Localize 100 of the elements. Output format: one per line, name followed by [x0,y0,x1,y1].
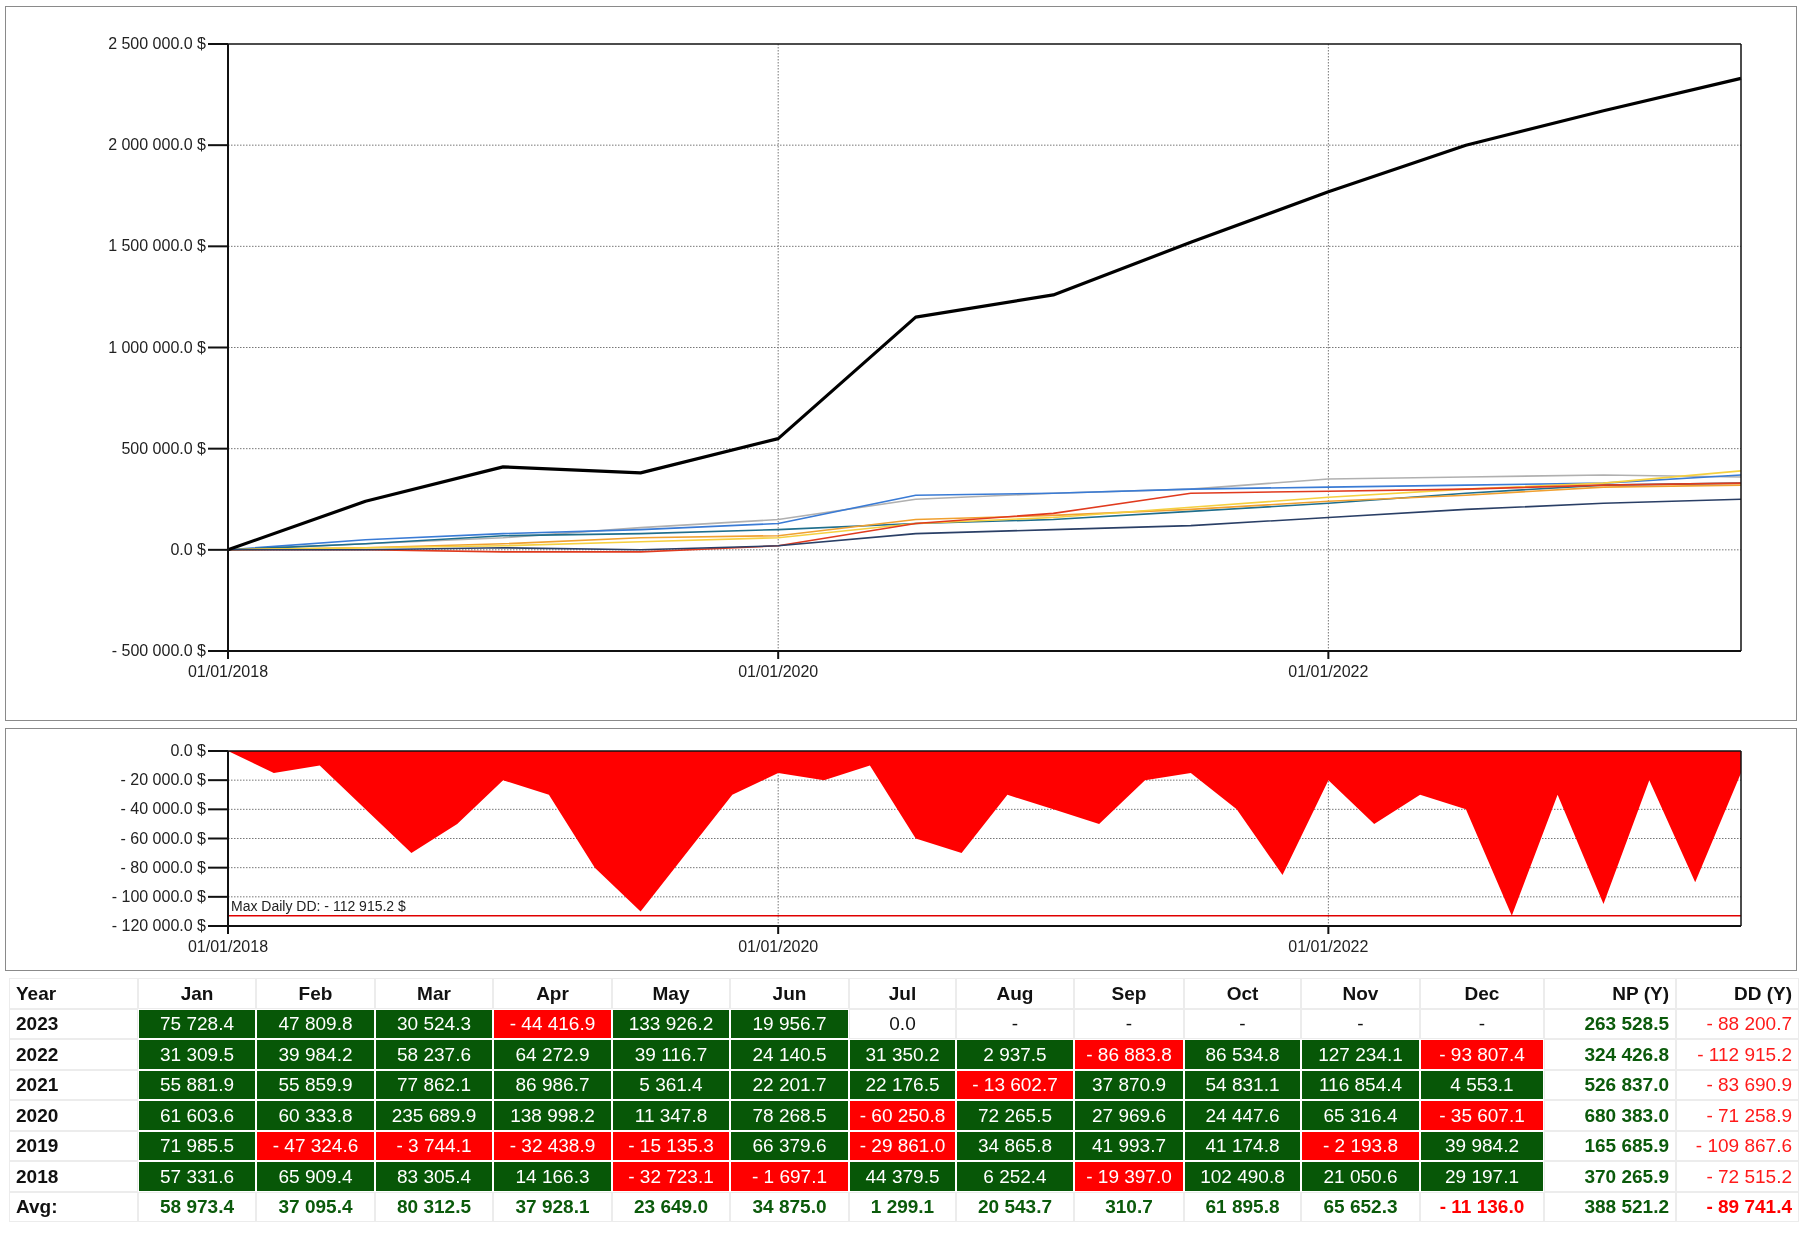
table-cell: 116 854.4 [1301,1069,1420,1100]
row-header: 2021 [9,1069,138,1100]
row-header: 2022 [9,1039,138,1070]
table-cell: - 72 515.2 [1676,1161,1799,1192]
table-cell: 30 524.3 [375,1008,493,1039]
column-header: Apr [493,978,612,1009]
table-cell: - 2 193.8 [1301,1130,1420,1161]
table-cell: 34 875.0 [730,1191,849,1222]
table-cell: 65 652.3 [1301,1191,1420,1222]
table-cell: 370 265.9 [1544,1161,1676,1192]
table-cell: - 29 861.0 [849,1130,956,1161]
table-cell: 71 985.5 [138,1130,256,1161]
table-cell: 37 928.1 [493,1191,612,1222]
table-cell: 65 316.4 [1301,1100,1420,1131]
column-header: Feb [256,978,375,1009]
table-cell: 680 383.0 [1544,1100,1676,1131]
annotation-label: Max Daily DD: - 112 915.2 $ [231,897,406,914]
table-cell: 47 809.8 [256,1008,375,1039]
table-cell: 23 649.0 [612,1191,730,1222]
table-cell: - 83 690.9 [1676,1069,1799,1100]
table-cell: 133 926.2 [612,1008,730,1039]
table-cell: - 1 697.1 [730,1161,849,1192]
axis-label: 01/01/2022 [1288,663,1369,680]
table-cell: - 112 915.2 [1676,1039,1799,1070]
table-cell: 310.7 [1074,1191,1184,1222]
table-cell: 4 553.1 [1420,1069,1544,1100]
table-cell: 22 201.7 [730,1069,849,1100]
table-cell: 64 272.9 [493,1039,612,1070]
table-cell: 5 361.4 [612,1069,730,1100]
axis-label: 01/01/2020 [738,663,819,680]
table-cell: - [1184,1008,1301,1039]
table-cell: 27 969.6 [1074,1100,1184,1131]
column-header: May [612,978,730,1009]
table-cell: - 86 883.8 [1074,1039,1184,1070]
table-cell: 20 543.7 [956,1191,1074,1222]
table-cell: 14 166.3 [493,1161,612,1192]
table-cell: 19 956.7 [730,1008,849,1039]
axis-label: 1 000 000.0 $ [108,338,206,356]
table-cell: - 19 397.0 [1074,1161,1184,1192]
table-cell: - 13 602.7 [956,1069,1074,1100]
table-cell: - 47 324.6 [256,1130,375,1161]
table-cell: - 35 607.1 [1420,1100,1544,1131]
table-cell: 34 865.8 [956,1130,1074,1161]
table-cell: - [1420,1008,1544,1039]
table-cell: 2 937.5 [956,1039,1074,1070]
table-cell: 39 116.7 [612,1039,730,1070]
table-cell: 37 870.9 [1074,1069,1184,1100]
axis-label: 500 000.0 $ [121,439,206,457]
table-cell: 77 862.1 [375,1069,493,1100]
axis-label: - 80 000.0 $ [120,858,206,876]
table-cell: - 71 258.9 [1676,1100,1799,1131]
table-cell: 61 895.8 [1184,1191,1301,1222]
table-cell: - 109 867.6 [1676,1130,1799,1161]
table-cell: 60 333.8 [256,1100,375,1131]
table-cell: 80 312.5 [375,1191,493,1222]
table-cell: - 60 250.8 [849,1100,956,1131]
table-cell: 41 174.8 [1184,1130,1301,1161]
axis-label: 2 500 000.0 $ [108,35,206,52]
column-header: Jun [730,978,849,1009]
column-header: Nov [1301,978,1420,1009]
table-cell: 55 859.9 [256,1069,375,1100]
axis-label: - 100 000.0 $ [111,887,206,905]
table-cell: - 15 135.3 [612,1130,730,1161]
table-cell: 75 728.4 [138,1008,256,1039]
axis-label: 2 000 000.0 $ [108,136,206,154]
table-cell: 21 050.6 [1301,1161,1420,1192]
table-cell: - 3 744.1 [375,1130,493,1161]
table-cell: 11 347.8 [612,1100,730,1131]
table-cell: 55 881.9 [138,1069,256,1100]
table-cell: 263 528.5 [1544,1008,1676,1039]
table-cell: - [1301,1008,1420,1039]
table-cell: 54 831.1 [1184,1069,1301,1100]
table-cell: 86 534.8 [1184,1039,1301,1070]
table-cell: 83 305.4 [375,1161,493,1192]
column-header: NP (Y) [1544,978,1676,1009]
axis-label: - 500 000.0 $ [111,642,206,659]
column-header: Aug [956,978,1074,1009]
column-header: Oct [1184,978,1301,1009]
column-header: Jul [849,978,956,1009]
table-cell: 165 685.9 [1544,1130,1676,1161]
axis-label: 0.0 $ [170,742,206,759]
column-header: Mar [375,978,493,1009]
table-cell: 127 234.1 [1301,1039,1420,1070]
table-cell: 57 331.6 [138,1161,256,1192]
table-cell: 31 350.2 [849,1039,956,1070]
table-cell: 24 447.6 [1184,1100,1301,1131]
table-cell: 61 603.6 [138,1100,256,1131]
table-cell: 41 993.7 [1074,1130,1184,1161]
table-cell: 58 237.6 [375,1039,493,1070]
axis-label: - 60 000.0 $ [120,829,206,847]
table-cell: 388 521.2 [1544,1191,1676,1222]
axis-label: 01/01/2020 [738,938,819,955]
table-cell: 22 176.5 [849,1069,956,1100]
table-cell: - [956,1008,1074,1039]
table-cell: 29 197.1 [1420,1161,1544,1192]
table-cell: - 32 723.1 [612,1161,730,1192]
table-cell: - 32 438.9 [493,1130,612,1161]
axis-label: 01/01/2022 [1288,938,1369,955]
table-cell: 31 309.5 [138,1039,256,1070]
table-cell: 526 837.0 [1544,1069,1676,1100]
